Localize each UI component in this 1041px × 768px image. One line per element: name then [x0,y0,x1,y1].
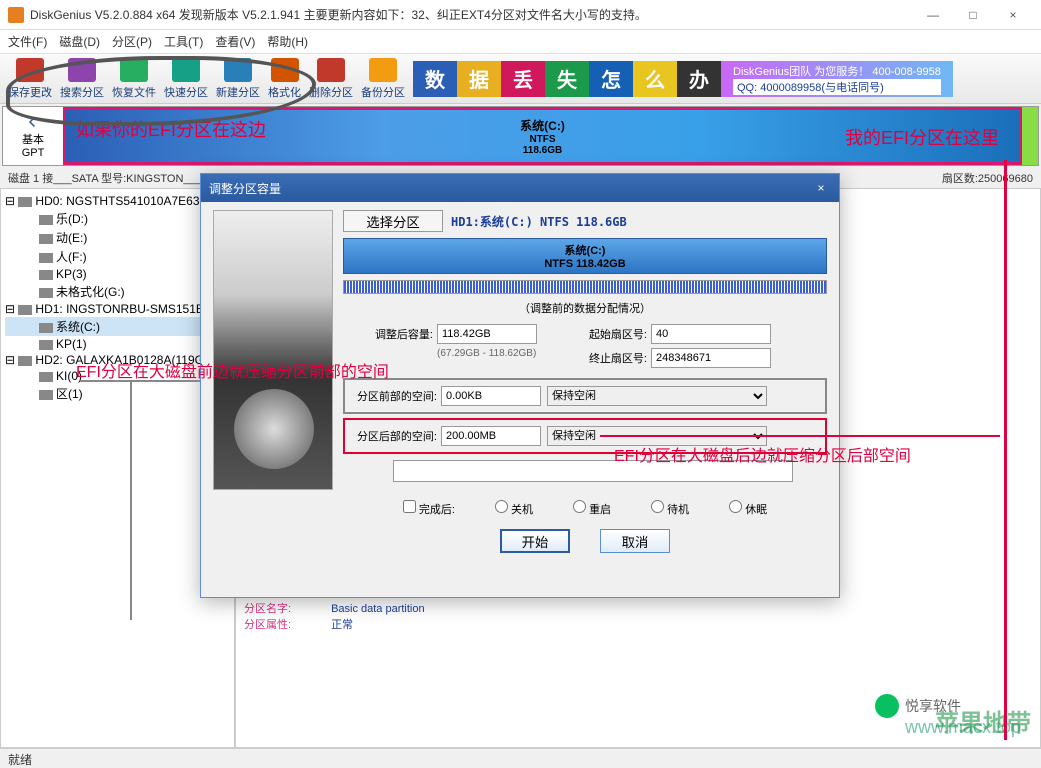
ad-line2: QQ: 4000089958(与电话同号) [733,79,941,95]
partition-sliver[interactable] [1022,107,1038,165]
resize-dialog: 调整分区容量 × 选择分区 HD1:系统(C:) NTFS 118.6GB 系统… [200,173,840,598]
dialog-titlebar[interactable]: 调整分区容量 × [201,174,839,202]
finish-checkbox[interactable] [403,500,416,513]
arrow-left-icon[interactable] [24,113,42,131]
after-finish-row: 完成后: 关机 重启 待机 休眠 [343,500,827,517]
start-button[interactable]: 开始 [500,529,570,553]
title-bar: DiskGenius V5.2.0.884 x64 发现新版本 V5.2.1.9… [0,0,1041,30]
banner-cell: 怎 [589,61,633,97]
wechat-icon [875,694,899,718]
front-space-select[interactable]: 保持空闲 [547,386,767,406]
partition-bar-main[interactable]: 如果你的EFI分区在这边 系统(C:) NTFS 118.6GB 我的EFI分区… [63,107,1022,165]
close-button[interactable]: × [993,1,1033,29]
size-input[interactable] [437,324,537,344]
tree-hd0[interactable]: HD0: NGSTHTS541010A7E630(93 [35,194,223,208]
dialog-close-icon[interactable]: × [811,181,831,195]
menu-disk[interactable]: 磁盘(D) [59,33,100,50]
data-distribution-label: （调整前的数据分配情况） [343,300,827,316]
banner-ad: DiskGenius团队 为您服务！ 400-008-9958 QQ: 4000… [721,61,953,97]
back-space-select[interactable]: 保持空闲 [547,426,767,446]
start-sector-input[interactable] [651,324,771,344]
select-partition-button[interactable]: 选择分区 [343,210,443,232]
size-label: 调整后容量: [343,326,433,342]
toolbar-btn-2[interactable]: 恢复文件 [108,56,160,102]
banner: 数据丢失怎么办 [413,61,721,97]
maximize-button[interactable]: □ [953,1,993,29]
toolbar-btn-7[interactable]: 备份分区 [357,56,409,102]
extra-input[interactable] [393,460,793,482]
info-right: 扇区数:250069680 [942,170,1033,186]
start-sector-label: 起始扇区号: [557,326,647,342]
menu-partition[interactable]: 分区(P) [112,33,152,50]
partition-preview-bar[interactable]: 系统(C:) NTFS 118.42GB [343,238,827,274]
annotation-left: 如果你的EFI分区在这边 [76,116,266,142]
app-icon [8,7,24,23]
banner-cell: 丢 [501,61,545,97]
menu-help[interactable]: 帮助(H) [267,33,308,50]
partition-path: HD1:系统(C:) NTFS 118.6GB [451,213,627,230]
data-usage-bar [343,280,827,294]
dialog-title: 调整分区容量 [209,180,281,197]
size-hint: (67.29GB - 118.62GB) [437,348,537,359]
menu-bar: 文件(F) 磁盘(D) 分区(P) 工具(T) 查看(V) 帮助(H) [0,30,1041,54]
toolbar-btn-4[interactable]: 新建分区 [212,56,264,102]
partition-info: 分区名字:Basic data partition 分区属性:正常 [244,600,425,632]
annotation-right: 我的EFI分区在这里 [845,124,999,150]
toolbar: 保存更改搜索分区恢复文件快速分区新建分区格式化删除分区备份分区 数据丢失怎么办 … [0,54,1041,104]
banner-cell: 么 [633,61,677,97]
banner-cell: 数 [413,61,457,97]
toolbar-btn-1[interactable]: 搜索分区 [56,56,108,102]
back-space-label: 分区后部的空间: [347,428,437,444]
menu-tools[interactable]: 工具(T) [164,33,203,50]
toolbar-btn-5[interactable]: 格式化 [264,56,305,102]
toolbar-btn-3[interactable]: 快速分区 [160,56,212,102]
menu-view[interactable]: 查看(V) [215,33,255,50]
front-space-label: 分区前部的空间: [347,388,437,404]
banner-cell: 失 [545,61,589,97]
window-title: DiskGenius V5.2.0.884 x64 发现新版本 V5.2.1.9… [30,6,913,23]
toolbar-btn-0[interactable]: 保存更改 [4,56,56,102]
back-space-input[interactable] [441,426,541,446]
tree-hd1[interactable]: HD1: INGSTONRBU-SMS151BS31 [35,302,225,316]
banner-cell: 办 [677,61,721,97]
status-bar: 就绪 [0,748,1041,768]
info-left: 磁盘 1 接___SATA 型号:KINGSTON___ [8,170,202,186]
radio-hibernate[interactable] [729,500,742,513]
toolbar-btn-6[interactable]: 删除分区 [305,56,357,102]
banner-cell: 据 [457,61,501,97]
radio-restart[interactable] [573,500,586,513]
end-sector-label: 终止扇区号: [557,350,647,366]
front-space-input[interactable] [441,386,541,406]
disk-type-label: 基本 GPT [3,107,63,165]
menu-file[interactable]: 文件(F) [8,33,47,50]
radio-standby[interactable] [651,500,664,513]
disk-visual-bar: 基本 GPT 如果你的EFI分区在这边 系统(C:) NTFS 118.6GB … [2,106,1039,166]
minimize-button[interactable]: — [913,1,953,29]
ad-line1: DiskGenius团队 为您服务！ 400-008-9958 [733,63,941,79]
tree-hd2[interactable]: HD2: GALAXKA1B0128A(119GB) [35,353,216,367]
cancel-button[interactable]: 取消 [600,529,670,553]
radio-shutdown[interactable] [495,500,508,513]
end-sector-input[interactable] [651,348,771,368]
corner-brand: 苹果地带 [935,703,1031,738]
hdd-illustration [213,210,333,490]
